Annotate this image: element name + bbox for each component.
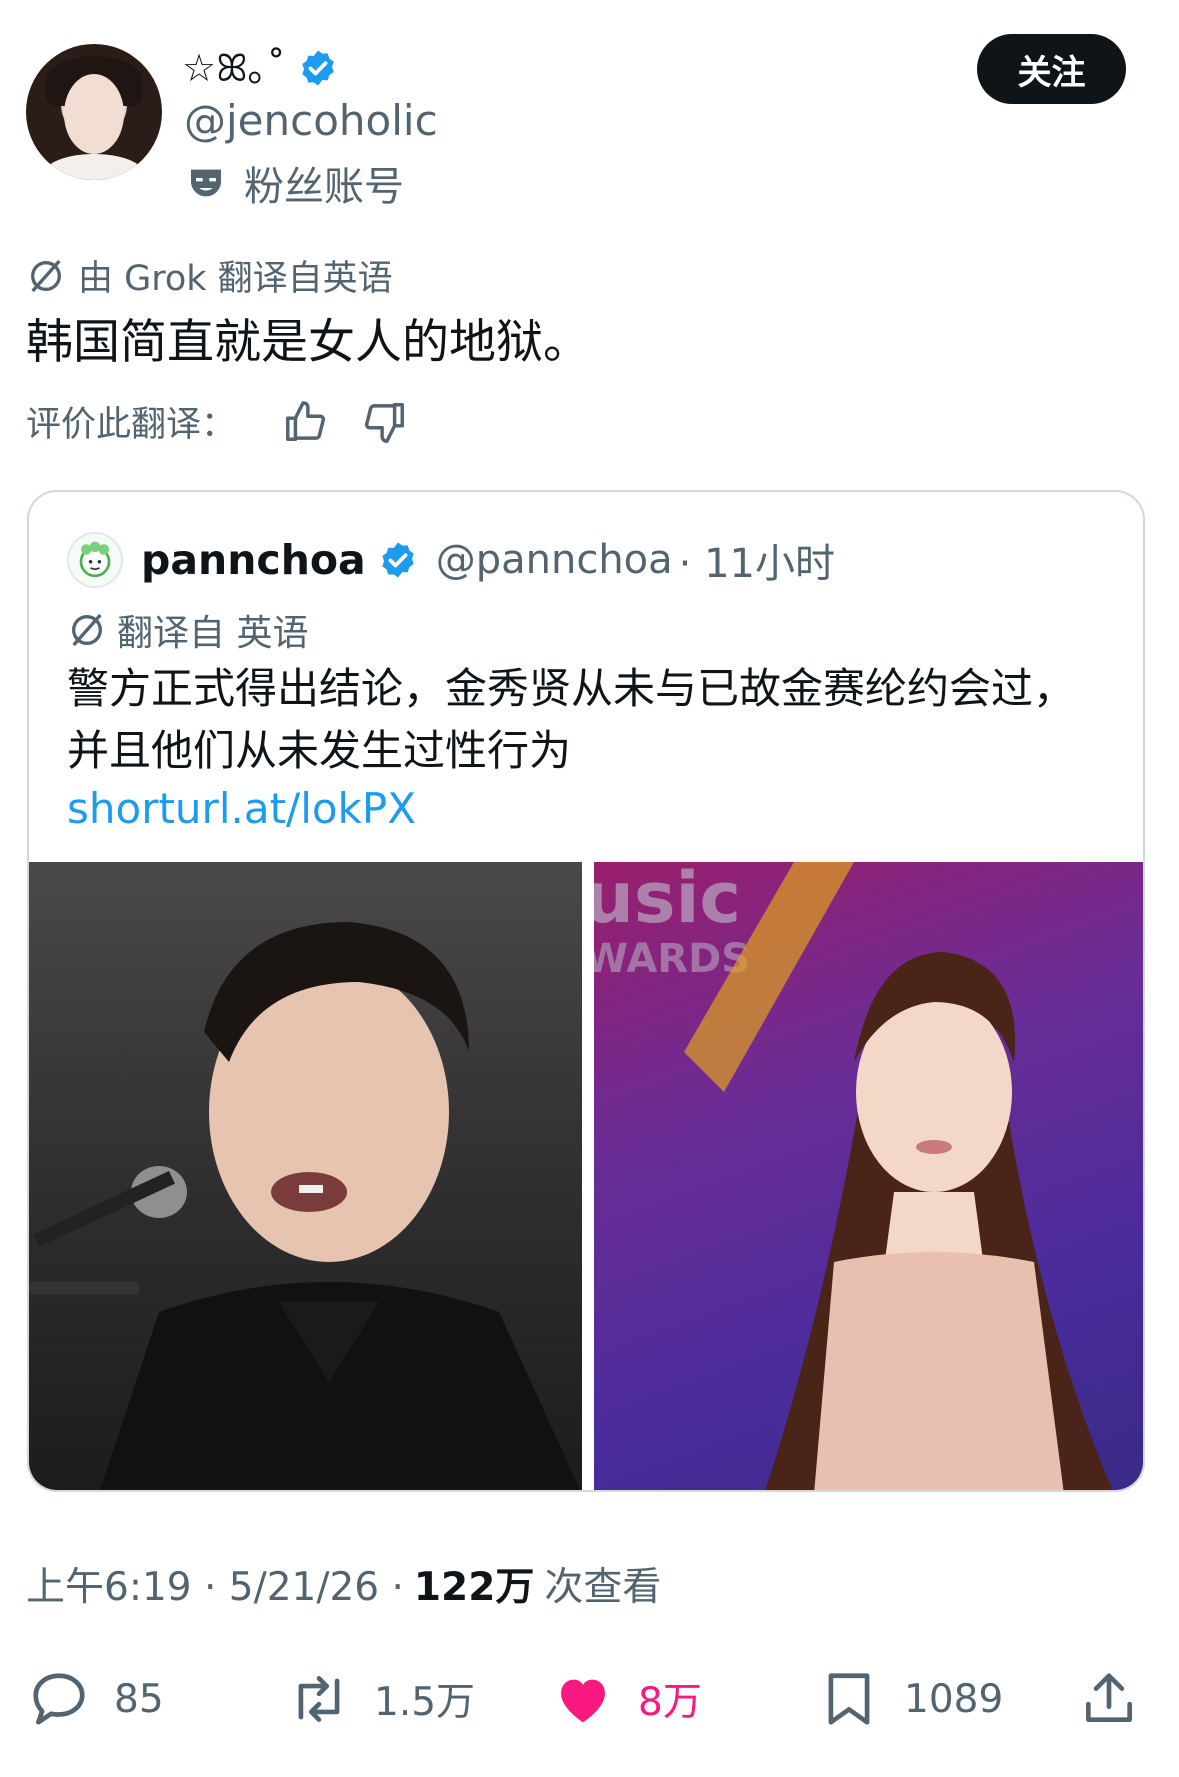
thumbs-down-icon[interactable] [362, 399, 408, 445]
author-display-name[interactable]: ☆ꕤ｡˚ [182, 40, 286, 96]
quoted-tweet-card[interactable]: pannchoa @pannchoa · 11小时 翻译自 英语 警方正式得出结… [27, 490, 1145, 1492]
quoted-author-handle[interactable]: @pannchoa [436, 537, 673, 583]
rate-translation-row: 评价此翻译： [26, 396, 408, 447]
author-avatar[interactable] [26, 44, 162, 180]
author-handle[interactable]: @jencoholic [184, 96, 438, 145]
like-heart-icon [561, 1679, 605, 1723]
repost-button[interactable]: 1.5万 [288, 1654, 475, 1744]
tweet-text: 韩国简直就是女人的地狱。 [26, 315, 590, 370]
share-icon [1086, 1673, 1132, 1722]
verified-badge-icon [382, 542, 414, 578]
verified-badge-icon [302, 50, 334, 86]
quoted-tweet-header: pannchoa @pannchoa · 11小时 [67, 530, 835, 590]
pannchoa-logo-icon [79, 541, 111, 578]
like-button[interactable]: 8万 [552, 1654, 702, 1744]
reply-button[interactable]: 85 [28, 1654, 164, 1744]
view-count: 122万 [413, 1565, 535, 1610]
translate-icon [31, 259, 61, 292]
reply-icon [33, 1673, 85, 1725]
quoted-author-avatar[interactable] [67, 532, 123, 588]
quoted-tweet-time: · 11小时 [678, 541, 835, 587]
repost-icon [298, 1676, 340, 1722]
follow-button[interactable]: 关注 [977, 34, 1126, 104]
share-button[interactable] [1078, 1654, 1140, 1744]
action-bar: 85 1.5万 8万 1089 [0, 1654, 1179, 1744]
author-name-row[interactable]: ☆ꕤ｡˚ [182, 40, 338, 96]
translate-icon [72, 613, 102, 647]
media-photo-man-crying[interactable] [29, 862, 582, 1490]
quoted-author-name[interactable]: pannchoa [141, 536, 366, 584]
fan-account-mask-icon [191, 169, 221, 197]
quoted-translation-label: 翻译自 英语 [67, 604, 308, 656]
svg-text:usic: usic [594, 862, 741, 939]
thumbs-up-icon[interactable] [282, 399, 328, 445]
grok-translation-label[interactable]: 由 Grok 翻译自英语 [26, 250, 393, 301]
view-count-label: 次查看 [544, 1565, 662, 1610]
quoted-tweet-media[interactable]: usic WARDS [29, 862, 1143, 1490]
tweet-meta: 上午6:19 · 5/21/26 · 122万 次查看 [26, 1556, 661, 1612]
tweet-timestamp[interactable]: 上午6:19 · 5/21/26 · [26, 1556, 404, 1612]
bookmark-button[interactable]: 1089 [818, 1654, 1003, 1744]
svg-text:WARDS: WARDS [594, 936, 750, 982]
quoted-tweet-text: 警方正式得出结论，金秀贤从未与已故金赛纶约会过，并且他们从未发生过性行为 [67, 664, 1076, 775]
media-photo-woman-red-carpet[interactable]: usic WARDS [594, 862, 1143, 1490]
bookmark-icon [828, 1673, 870, 1725]
fan-account-label: 粉丝账号 [186, 154, 404, 212]
quoted-tweet-link[interactable]: shorturl.at/lokPX [67, 784, 416, 833]
